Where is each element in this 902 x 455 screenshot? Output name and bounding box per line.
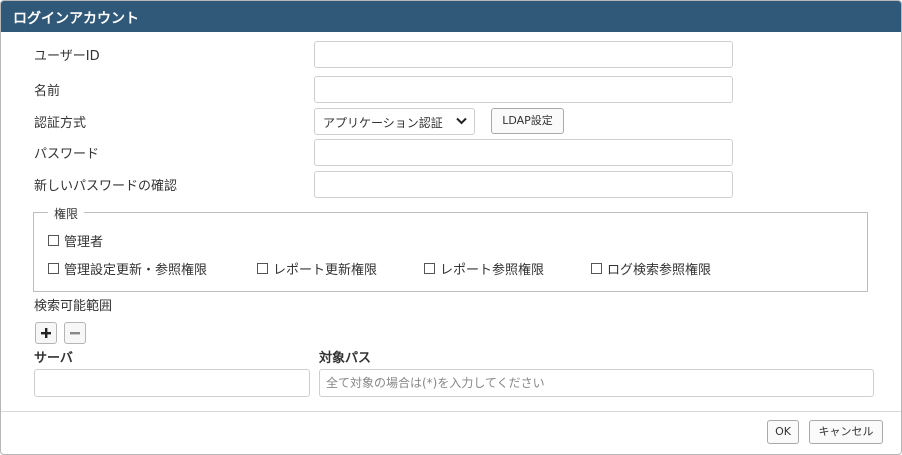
- name-label: 名前: [34, 84, 61, 99]
- minus-icon: [70, 332, 80, 335]
- checkbox-icon[interactable]: [48, 263, 59, 274]
- path-column-header: 対象パス: [319, 351, 372, 366]
- perm-admin-settings-label: 管理設定更新・参照権限: [64, 263, 208, 278]
- chevron-down-icon: [456, 117, 467, 125]
- target-path-input[interactable]: [319, 369, 874, 397]
- auth-method-value: アプリケーション認証: [323, 116, 443, 130]
- checkbox-icon[interactable]: [48, 235, 59, 246]
- perm-report-update-checkbox[interactable]: レポート更新権限: [257, 259, 377, 278]
- auth-method-label: 認証方式: [34, 116, 87, 131]
- checkbox-icon[interactable]: [591, 263, 602, 274]
- ldap-settings-button[interactable]: LDAP設定: [491, 108, 564, 134]
- ok-button[interactable]: OK: [767, 420, 799, 444]
- permissions-group: [33, 212, 868, 292]
- perm-report-update-label: レポート更新権限: [273, 263, 378, 278]
- checkbox-icon[interactable]: [257, 263, 268, 274]
- checkbox-icon[interactable]: [424, 263, 435, 274]
- password-confirm-input[interactable]: [314, 171, 733, 198]
- add-row-button[interactable]: [35, 322, 57, 344]
- name-input[interactable]: [314, 76, 733, 103]
- cancel-button[interactable]: キャンセル: [809, 420, 883, 444]
- login-account-dialog: ログインアカウント ユーザーID 名前 認証方式 アプリケーション認証 LDAP…: [0, 0, 902, 455]
- user-id-input[interactable]: [314, 41, 733, 68]
- dialog-titlebar: ログインアカウント: [1, 1, 901, 32]
- remove-row-button[interactable]: [64, 322, 86, 344]
- user-id-label: ユーザーID: [34, 49, 100, 64]
- plus-icon: [41, 328, 51, 338]
- password-confirm-label: 新しいパスワードの確認: [34, 179, 178, 194]
- perm-admin-label: 管理者: [64, 235, 104, 250]
- perm-admin-checkbox[interactable]: 管理者: [48, 231, 103, 250]
- perm-report-view-label: レポート参照権限: [440, 263, 545, 278]
- perm-admin-settings-checkbox[interactable]: 管理設定更新・参照権限: [48, 259, 207, 278]
- perm-log-search-checkbox[interactable]: ログ検索参照権限: [591, 259, 711, 278]
- server-column-header: サーバ: [34, 351, 73, 366]
- password-label: パスワード: [34, 147, 100, 162]
- perm-report-view-checkbox[interactable]: レポート参照権限: [424, 259, 544, 278]
- dialog-title: ログインアカウント: [13, 11, 139, 27]
- perm-log-search-label: ログ検索参照権限: [607, 263, 712, 278]
- password-input[interactable]: [314, 139, 733, 166]
- server-input[interactable]: [34, 369, 310, 397]
- permissions-legend: 権限: [48, 205, 85, 222]
- auth-method-select[interactable]: アプリケーション認証: [314, 108, 475, 135]
- footer-divider: [1, 411, 901, 412]
- search-scope-label: 検索可能範囲: [34, 299, 113, 314]
